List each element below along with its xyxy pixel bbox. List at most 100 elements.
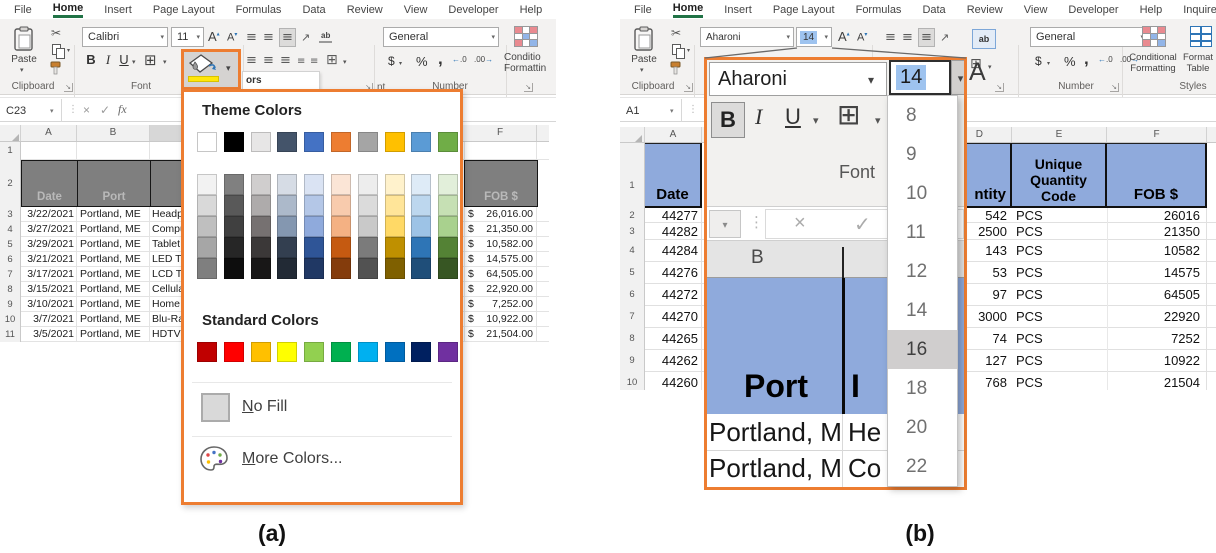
standard-color-swatch[interactable] [411, 342, 431, 362]
row-number[interactable]: 7 [0, 267, 20, 282]
theme-variant-swatch[interactable] [197, 195, 217, 216]
shrink-font-button[interactable]: A▾ [227, 31, 237, 44]
row-number[interactable]: 3 [0, 207, 20, 222]
table-header-date[interactable]: Date [21, 160, 78, 207]
cell-item[interactable]: Compu [150, 222, 184, 237]
increase-indent-icon[interactable]: ≡ [310, 53, 318, 71]
font-size-option-11[interactable]: 11 [888, 213, 957, 252]
theme-variant-swatch[interactable] [358, 195, 378, 216]
theme-color-swatch[interactable] [385, 132, 405, 152]
cell-fob[interactable]: $10,582.00 [464, 237, 537, 252]
cell-port[interactable]: Portland, ME [77, 297, 150, 312]
theme-variant-swatch[interactable] [411, 237, 431, 258]
chevron-down-icon[interactable]: ▾ [813, 114, 819, 127]
underline-button-magnified[interactable]: U [785, 104, 801, 130]
conditional-formatting-icon[interactable] [514, 26, 538, 47]
cell-item[interactable]: Headp [150, 207, 184, 222]
row-number[interactable]: 9 [0, 297, 20, 312]
cell-date[interactable]: 3/29/2021 [21, 237, 77, 252]
row-number[interactable]: 10 [620, 372, 644, 390]
number-dialog-launcher[interactable]: ↘ [1110, 83, 1119, 92]
theme-variant-swatch[interactable] [411, 174, 431, 195]
tab-review[interactable]: Review [347, 4, 383, 16]
theme-variant-swatch[interactable] [385, 195, 405, 216]
tab-insert[interactable]: Insert [724, 4, 752, 16]
theme-variant-swatch[interactable] [331, 237, 351, 258]
port-header-magnified[interactable]: Port [713, 368, 839, 405]
fill-color-button[interactable]: ▾ [181, 49, 241, 90]
chevron-down-icon[interactable]: ▾ [226, 64, 231, 74]
theme-variant-swatch[interactable] [358, 258, 378, 279]
row-number[interactable]: 5 [620, 262, 644, 284]
theme-variant-swatch[interactable] [358, 216, 378, 237]
cell-date[interactable]: 3/10/2021 [21, 297, 77, 312]
tab-view[interactable]: View [1024, 4, 1048, 16]
theme-color-swatch[interactable] [197, 132, 217, 152]
column-header-e[interactable]: E [1012, 127, 1107, 142]
font-size-dropdown-button[interactable]: ▾ [951, 60, 967, 95]
standard-color-swatch[interactable] [304, 342, 324, 362]
font-dialog-launcher[interactable]: ↘ [995, 83, 1004, 92]
cell-date-serial[interactable]: 44284 [645, 240, 702, 262]
cell-unit[interactable]: PCS [1012, 240, 1074, 262]
cell-port[interactable]: Portland, ME [77, 312, 150, 327]
cell-unit[interactable]: PCS [1012, 284, 1074, 306]
cell-date-serial[interactable]: 44276 [645, 262, 702, 284]
chevron-down-icon[interactable]: ▾ [988, 63, 992, 71]
font-size-option-12[interactable]: 12 [888, 252, 957, 291]
cell-item[interactable]: HDTV [150, 327, 184, 342]
borders-button[interactable]: ⊞ [144, 51, 157, 69]
theme-variant-swatch[interactable] [251, 216, 271, 237]
comma-button[interactable]: , [1084, 49, 1089, 69]
theme-color-swatch[interactable] [304, 132, 324, 152]
theme-variant-swatch[interactable] [197, 216, 217, 237]
grow-font-button[interactable]: A▴ [208, 29, 220, 44]
chevron-down-icon[interactable]: ▾ [399, 60, 402, 67]
row-number[interactable]: 6 [0, 252, 20, 267]
column-header-c-selected[interactable] [150, 125, 184, 141]
conditional-formatting-label[interactable]: Conditio [504, 52, 550, 63]
cell-fob[interactable]: $21,504.00 [464, 327, 537, 342]
font-size-option-9[interactable]: 9 [888, 135, 957, 174]
cancel-icon[interactable]: × [794, 212, 806, 235]
cell-fob[interactable]: $21,350.00 [464, 222, 537, 237]
cell-fob[interactable]: 26016 [1107, 208, 1207, 223]
tab-page-layout[interactable]: Page Layout [153, 4, 215, 16]
tab-help[interactable]: Help [1140, 4, 1163, 16]
cell-port[interactable]: Portland, ME [77, 267, 150, 282]
column-header-a[interactable]: A [21, 125, 77, 141]
wrap-text-icon[interactable]: ab [972, 29, 996, 49]
cell-port[interactable]: Portland, ME [77, 327, 150, 342]
row-number[interactable]: 8 [620, 328, 644, 350]
cell-date-serial[interactable]: 44265 [645, 328, 702, 350]
clipboard-dialog-launcher[interactable]: ↘ [64, 83, 73, 92]
cell-unit[interactable]: PCS [1012, 223, 1074, 240]
theme-variant-swatch[interactable] [331, 216, 351, 237]
font-size-option-16[interactable]: 16 [888, 330, 957, 369]
row-number[interactable]: 10 [0, 312, 20, 327]
comma-button[interactable]: , [438, 49, 443, 69]
cell-fob[interactable]: 22920 [1107, 306, 1207, 328]
format-painter-icon[interactable] [670, 61, 685, 76]
table-header-fob[interactable]: FOB $ [1107, 143, 1207, 208]
row-number[interactable]: 2 [0, 160, 20, 207]
align-bottom-icon[interactable]: ≡ [279, 28, 296, 47]
insert-function-icon[interactable]: fx [118, 102, 127, 117]
align-middle-icon[interactable]: ≡ [263, 29, 274, 47]
cell-date[interactable]: 3/5/2021 [21, 327, 77, 342]
font-name-select[interactable]: Calibri ▾ [82, 27, 168, 47]
increase-decimal-icon[interactable]: ←.0 [452, 55, 467, 64]
theme-color-swatch[interactable] [277, 132, 297, 152]
cell-date[interactable]: 3/22/2021 [21, 207, 77, 222]
theme-variant-swatch[interactable] [358, 237, 378, 258]
theme-variant-swatch[interactable] [438, 237, 458, 258]
cut-icon[interactable]: ✂ [51, 26, 61, 40]
format-as-table-label[interactable]: Format [1180, 52, 1216, 63]
more-colors-palette-icon[interactable] [199, 445, 229, 473]
theme-variant-swatch[interactable] [304, 174, 324, 195]
cell-port[interactable]: Portland, ME [77, 222, 150, 237]
cell-date[interactable]: 3/17/2021 [21, 267, 77, 282]
tab-developer[interactable]: Developer [1068, 4, 1118, 16]
cell-port[interactable]: Portland, ME [77, 237, 150, 252]
tab-home[interactable]: Home [673, 2, 704, 18]
